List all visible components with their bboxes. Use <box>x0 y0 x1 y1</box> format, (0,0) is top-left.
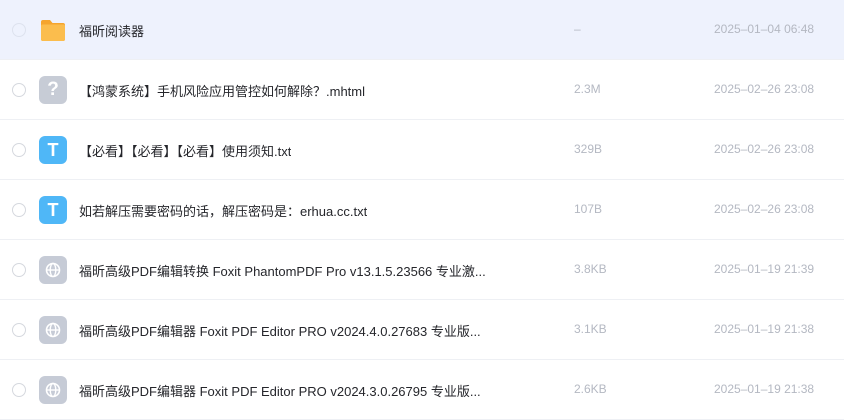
row-select-radio[interactable] <box>12 323 26 337</box>
text-file-icon: T <box>39 196 67 224</box>
web-file-icon <box>39 376 67 404</box>
file-date: 2025–01–19 21:38 <box>714 382 815 396</box>
file-row[interactable]: ? 【鸿蒙系统】手机风险应用管控如何解除？.mhtml 2.3M 2025–02… <box>0 60 844 120</box>
file-name[interactable]: 福昕高级PDF编辑转换 Foxit PhantomPDF Pro v13.1.5… <box>79 261 486 280</box>
file-name[interactable]: 【鸿蒙系统】手机风险应用管控如何解除？.mhtml <box>79 81 365 100</box>
file-size: 107B <box>574 202 603 216</box>
file-date: 2025–02–26 23:08 <box>714 82 815 96</box>
file-list: 福昕阅读器 – 2025–01–04 06:48 ? 【鸿蒙系统】手机风险应用管… <box>0 0 844 420</box>
file-size: 3.8KB <box>574 262 607 276</box>
file-size: 329B <box>574 142 603 156</box>
file-size: 3.1KB <box>574 322 607 336</box>
unknown-file-icon: ? <box>39 76 67 104</box>
row-select-radio[interactable] <box>12 383 26 397</box>
file-size: 2.6KB <box>574 382 607 396</box>
file-date: 2025–01–19 21:38 <box>714 322 815 336</box>
file-size: – <box>574 22 581 36</box>
file-name[interactable]: 【必看】【必看】【必看】使用须知.txt <box>79 141 291 160</box>
file-name[interactable]: 福昕阅读器 <box>79 21 144 40</box>
row-select-radio[interactable] <box>12 263 26 277</box>
file-row[interactable]: 福昕高级PDF编辑器 Foxit PDF Editor PRO v2024.3.… <box>0 360 844 420</box>
row-select-radio[interactable] <box>12 203 26 217</box>
file-row[interactable]: 福昕高级PDF编辑器 Foxit PDF Editor PRO v2024.4.… <box>0 300 844 360</box>
file-date: 2025–01–19 21:39 <box>714 262 815 276</box>
file-date: 2025–02–26 23:08 <box>714 202 815 216</box>
file-size: 2.3M <box>574 82 601 96</box>
file-row[interactable]: T 【必看】【必看】【必看】使用须知.txt 329B 2025–02–26 2… <box>0 120 844 180</box>
file-name[interactable]: 福昕高级PDF编辑器 Foxit PDF Editor PRO v2024.4.… <box>79 321 481 340</box>
row-select-radio[interactable] <box>12 143 26 157</box>
web-file-icon <box>39 316 67 344</box>
file-name[interactable]: 福昕高级PDF编辑器 Foxit PDF Editor PRO v2024.3.… <box>79 381 481 400</box>
file-row[interactable]: 福昕高级PDF编辑转换 Foxit PhantomPDF Pro v13.1.5… <box>0 240 844 300</box>
file-date: 2025–02–26 23:08 <box>714 142 815 156</box>
file-row[interactable]: T 如若解压需要密码的话，解压密码是：erhua.cc.txt 107B 202… <box>0 180 844 240</box>
row-select-radio[interactable] <box>12 23 26 37</box>
row-select-radio[interactable] <box>12 83 26 97</box>
file-row[interactable]: 福昕阅读器 – 2025–01–04 06:48 <box>0 0 844 60</box>
folder-icon <box>39 16 67 44</box>
text-file-icon: T <box>39 136 67 164</box>
file-date: 2025–01–04 06:48 <box>714 22 815 36</box>
file-name[interactable]: 如若解压需要密码的话，解压密码是：erhua.cc.txt <box>79 201 367 220</box>
web-file-icon <box>39 256 67 284</box>
